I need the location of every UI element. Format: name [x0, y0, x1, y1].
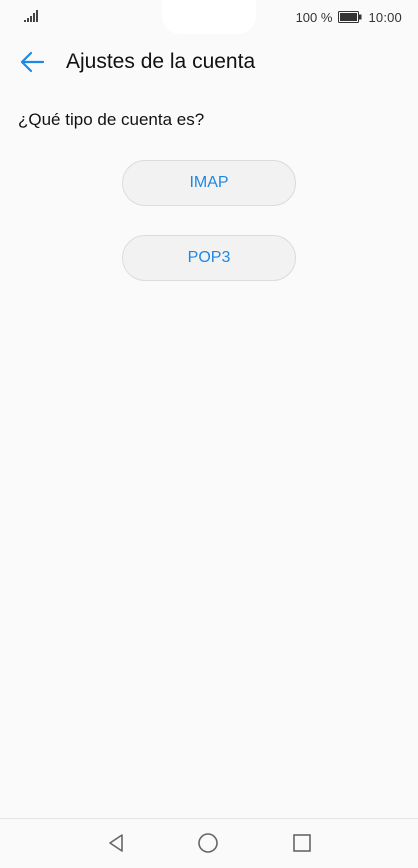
back-button[interactable] [14, 46, 50, 78]
navigation-bar [0, 818, 418, 868]
imap-button[interactable]: IMAP [122, 160, 296, 206]
camera-notch [162, 0, 256, 34]
pop3-button[interactable]: POP3 [122, 235, 296, 281]
clock: 10:00 [368, 9, 402, 25]
battery-full-icon [338, 11, 362, 23]
page-title: Ajustes de la cuenta [66, 50, 256, 73]
app-bar: Ajustes de la cuenta [0, 34, 418, 90]
screen: 100 % 10:00 Ajustes de la cuenta ¿Qué ti… [0, 0, 418, 868]
battery-percent: 100 % [295, 9, 333, 25]
account-type-question: ¿Qué tipo de cuenta es? [18, 110, 205, 129]
arrow-left-icon [20, 51, 45, 73]
status-bar: 100 % 10:00 [0, 0, 418, 34]
nav-home-button[interactable] [196, 831, 220, 855]
nav-back-button[interactable] [104, 831, 128, 855]
signal-bars-icon [24, 10, 38, 22]
circle-home-icon [198, 833, 218, 853]
triangle-back-icon [109, 834, 123, 852]
square-recents-icon [293, 834, 311, 852]
status-right: 100 % 10:00 [296, 9, 402, 25]
nav-recents-button[interactable] [290, 831, 314, 855]
